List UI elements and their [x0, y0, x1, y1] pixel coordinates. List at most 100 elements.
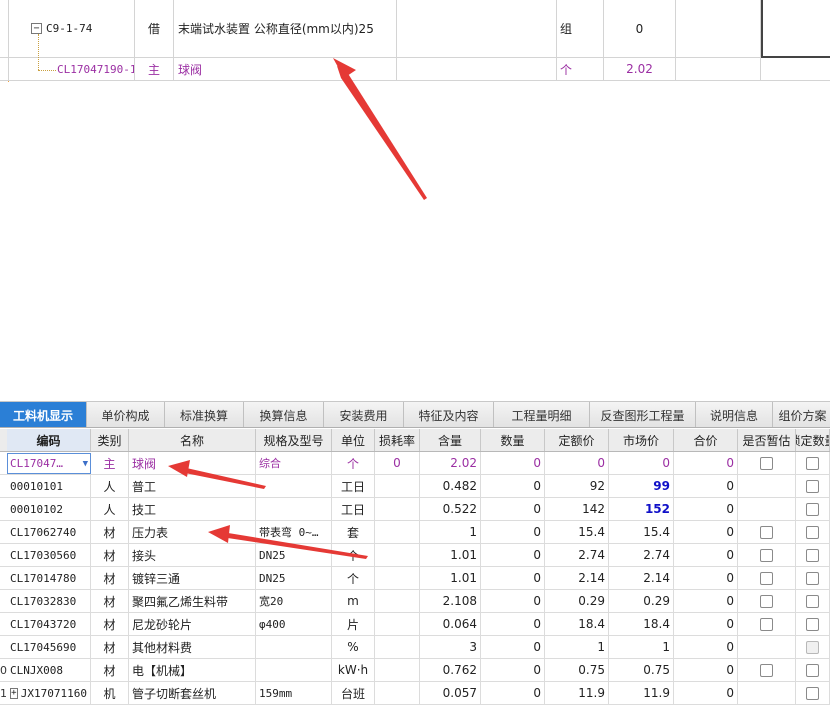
resource-content[interactable]: 0.057 [420, 682, 481, 704]
resource-row[interactable]: 00010101 人普工 工日 0.482 0 92 99 0 [0, 475, 830, 498]
lock-quantity-checkbox[interactable] [806, 525, 819, 539]
resource-name[interactable]: 镀锌三通 [129, 567, 256, 589]
column-header-code[interactable]: 编码 [7, 429, 91, 451]
resource-content[interactable]: 0.482 [420, 475, 481, 497]
resource-spec[interactable]: 宽20 [256, 590, 332, 612]
resource-loss-rate[interactable] [375, 475, 420, 497]
estimate-checkbox[interactable] [760, 456, 773, 470]
resource-code[interactable]: CL17030560 [7, 544, 91, 566]
resource-row[interactable]: 0 CLNJX008 材电【机械】 kW·h 0.762 0 0.75 0.75 0 [0, 659, 830, 682]
resource-name[interactable]: 普工 [129, 475, 256, 497]
resource-name[interactable]: 接头 [129, 544, 256, 566]
column-header-type[interactable]: 类别 [91, 429, 129, 451]
collapse-icon[interactable]: − [31, 23, 42, 34]
resource-content[interactable]: 0.762 [420, 659, 481, 681]
lock-quantity-checkbox[interactable] [806, 571, 819, 585]
lock-quantity-checkbox[interactable] [806, 640, 819, 654]
estimate-checkbox[interactable] [760, 594, 773, 608]
tab-standard-conversion[interactable]: 标准换算 [165, 402, 244, 427]
dropdown-arrow-icon[interactable]: ▼ [83, 459, 88, 469]
quota-code-cell[interactable]: − C9-1-74 [9, 0, 135, 57]
lock-quantity-checkbox[interactable] [806, 502, 819, 516]
resource-content[interactable]: 0.064 [420, 613, 481, 635]
resource-row[interactable]: 1 + JX17071160 机管子切断套丝机 159mm 台班 0.057 0 11.9 11.… [0, 682, 830, 705]
resource-code[interactable]: CL17045690 [7, 636, 91, 658]
resource-market-price[interactable]: 1 [609, 636, 674, 658]
column-header-lock[interactable]: 锁定数量 [796, 429, 830, 451]
resource-market-price[interactable]: 11.9 [609, 682, 674, 704]
resource-code[interactable]: CL17014780 [7, 567, 91, 589]
resource-name[interactable]: 管子切断套丝机 [129, 682, 256, 704]
resource-name[interactable]: 其他材料费 [129, 636, 256, 658]
column-header-market[interactable]: 市场价 [609, 429, 674, 451]
resource-loss-rate[interactable] [375, 659, 420, 681]
resource-name[interactable]: 电【机械】 [129, 659, 256, 681]
tab-conversion-info[interactable]: 换算信息 [244, 402, 324, 427]
lock-quantity-checkbox[interactable] [806, 617, 819, 631]
tab-install-fee[interactable]: 安装费用 [324, 402, 404, 427]
lock-quantity-checkbox[interactable] [806, 548, 819, 562]
resource-loss-rate[interactable] [375, 521, 420, 543]
resource-spec[interactable] [256, 636, 332, 658]
resource-row[interactable]: CL17045690 材其他材料费% 3 0 1 1 0 [0, 636, 830, 659]
resource-loss-rate[interactable] [375, 682, 420, 704]
resource-loss-rate[interactable] [375, 544, 420, 566]
tab-description[interactable]: 说明信息 [696, 402, 773, 427]
resource-spec[interactable]: 159mm [256, 682, 332, 704]
quota-row[interactable]: − C9-1-74 借 末端试水装置 公称直径(mm以内)25 组 0 [0, 0, 830, 58]
column-header-estimate[interactable]: 是否暂估 [738, 429, 796, 451]
resource-content[interactable]: 1.01 [420, 567, 481, 589]
tab-resource-display[interactable]: 工料机显示 [0, 402, 87, 427]
resource-loss-rate[interactable]: 0 [375, 452, 420, 474]
column-header-qty[interactable]: 数量 [481, 429, 545, 451]
code-dropdown[interactable]: CL17047… ▼ [7, 453, 91, 474]
resource-code[interactable]: CL17062740 [7, 521, 91, 543]
resource-name[interactable]: 尼龙砂轮片 [129, 613, 256, 635]
resource-code[interactable]: 00010101 [7, 475, 91, 497]
column-header-spec[interactable]: 规格及型号 [256, 429, 332, 451]
resource-market-price[interactable]: 2.74 [609, 544, 674, 566]
lock-quantity-checkbox[interactable] [806, 479, 819, 493]
estimate-checkbox[interactable] [760, 617, 773, 631]
resource-name[interactable]: 球阀 [129, 452, 256, 474]
column-header-total[interactable]: 合价 [674, 429, 738, 451]
resource-row[interactable]: CL17043720 材尼龙砂轮片 φ400 片 0.064 0 18.4 18.4 0 [0, 613, 830, 636]
tab-features[interactable]: 特征及内容 [404, 402, 494, 427]
resource-code[interactable]: CL17032830 [7, 590, 91, 612]
resource-market-price[interactable]: 18.4 [609, 613, 674, 635]
tab-quantity-detail[interactable]: 工程量明细 [494, 402, 590, 427]
resource-loss-rate[interactable] [375, 636, 420, 658]
lock-quantity-checkbox[interactable] [806, 663, 819, 677]
resource-name[interactable]: 技工 [129, 498, 256, 520]
tab-reverse-lookup[interactable]: 反查图形工程量 [590, 402, 696, 427]
resource-market-price[interactable]: 15.4 [609, 521, 674, 543]
resource-row[interactable]: CL17047… ▼ 主球阀 综合个 0 2.02 0 0 0 0 [0, 452, 830, 475]
resource-spec[interactable]: DN25 [256, 567, 332, 589]
resource-row[interactable]: 00010102 人技工 工日 0.522 0 142 152 0 [0, 498, 830, 521]
resource-spec[interactable]: φ400 [256, 613, 332, 635]
resource-spec[interactable] [256, 475, 332, 497]
estimate-checkbox[interactable] [760, 663, 773, 677]
resource-content[interactable]: 0.522 [420, 498, 481, 520]
resource-market-price[interactable]: 99 [609, 475, 674, 497]
resource-content[interactable]: 1.01 [420, 544, 481, 566]
resource-market-price[interactable]: 0 [609, 452, 674, 474]
resource-content[interactable]: 1 [420, 521, 481, 543]
resource-content[interactable]: 2.108 [420, 590, 481, 612]
resource-content[interactable]: 2.02 [420, 452, 481, 474]
resource-loss-rate[interactable] [375, 567, 420, 589]
resource-row[interactable]: CL17030560 材接头 DN25 个 1.01 0 2.74 2.74 0 [0, 544, 830, 567]
resource-row[interactable]: CL17014780 材镀锌三通 DN25 个 1.01 0 2.14 2.14 0 [0, 567, 830, 590]
tab-unit-price[interactable]: 单价构成 [87, 402, 165, 427]
resource-code[interactable]: CLNJX008 [7, 659, 91, 681]
material-subrow[interactable]: CL17047190-1 主 球阀 个 2.02 [0, 58, 830, 81]
resource-code[interactable]: + JX17071160 [7, 682, 91, 704]
resource-loss-rate[interactable] [375, 613, 420, 635]
estimate-checkbox[interactable] [760, 548, 773, 562]
column-header-quota[interactable]: 定额价 [545, 429, 609, 451]
resource-code[interactable]: CL17043720 [7, 613, 91, 635]
expand-icon[interactable]: + [10, 687, 18, 699]
resource-code[interactable]: CL17047… ▼ [7, 452, 91, 474]
resource-code[interactable]: 00010102 [7, 498, 91, 520]
resource-spec[interactable]: 带表弯 0~… [256, 521, 332, 543]
